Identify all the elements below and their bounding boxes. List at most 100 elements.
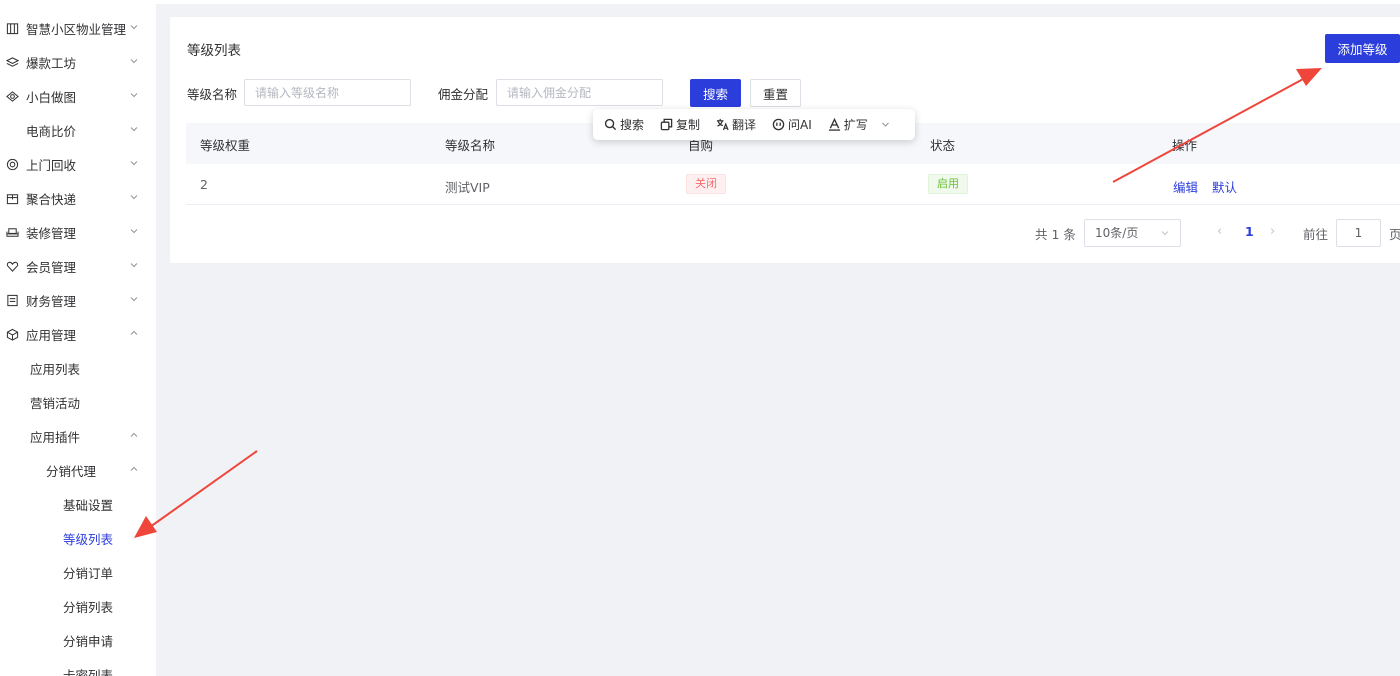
goto-page-input[interactable]: 1: [1336, 219, 1381, 247]
toolbar-label: 翻译: [732, 118, 757, 132]
menu-item-distribution-list[interactable]: 分销列表: [0, 589, 156, 623]
menu-item-marketing[interactable]: 营销活动: [0, 385, 156, 419]
menu-label: 聚合快递: [26, 191, 77, 207]
goto-label: 前往: [1303, 227, 1329, 242]
menu-item-recycle[interactable]: 上门回收: [0, 147, 156, 181]
menu-item-hot-workshop[interactable]: 爆款工坊: [0, 45, 156, 79]
cube-icon: [5, 327, 19, 341]
menu-label: 爆款工坊: [26, 55, 77, 71]
menu-label: 基础设置: [63, 497, 114, 513]
prev-page-icon[interactable]: ‹: [1217, 224, 1222, 239]
menu-item-app-list[interactable]: 应用列表: [0, 351, 156, 385]
chevron-down-icon: [130, 297, 138, 302]
toolbar-copy[interactable]: 复制: [660, 116, 700, 133]
menu-label: 会员管理: [26, 259, 77, 275]
menu-item-app-management[interactable]: 应用管理: [0, 317, 156, 351]
package-icon: [5, 191, 19, 205]
menu-item-image-maker[interactable]: 小白做图: [0, 79, 156, 113]
toolbar-search[interactable]: 搜索: [604, 116, 644, 133]
chevron-down-icon: [130, 195, 138, 200]
top-strip: [156, 0, 1400, 4]
menu-label: 分销申请: [63, 633, 114, 649]
chevron-down-icon: [1161, 231, 1169, 236]
chevron-down-icon: [130, 59, 138, 64]
menu-item-community[interactable]: 智慧小区物业管理: [0, 11, 156, 45]
current-page[interactable]: 1: [1245, 224, 1254, 239]
copy-icon: [660, 118, 673, 131]
selection-toolbar: 搜索 复制 翻译 问AI 扩写: [593, 109, 915, 140]
column-header: 状态: [930, 138, 956, 153]
page-title: 等级列表: [187, 43, 241, 59]
chevron-up-icon: [130, 432, 138, 437]
commission-input[interactable]: [496, 79, 663, 106]
edit-link[interactable]: 编辑: [1173, 177, 1198, 196]
heart-icon: [5, 259, 19, 273]
level-name-input[interactable]: [244, 79, 411, 106]
set-default-link[interactable]: 默认: [1212, 177, 1237, 196]
ai-icon: [772, 118, 785, 131]
level-list-card: 等级列表 添加等级 等级名称 佣金分配 搜索 重置 等级权重 等级名称 自购 状…: [170, 17, 1400, 263]
chevron-down-icon: [130, 229, 138, 234]
menu-label: 分销列表: [63, 599, 114, 615]
column-header: 操作: [1172, 138, 1198, 153]
building-icon: [5, 21, 19, 35]
menu-label: 财务管理: [26, 293, 77, 309]
menu-label: 分销代理: [46, 463, 97, 479]
translate-icon: [716, 118, 729, 131]
menu-label: 上门回收: [26, 157, 77, 173]
search-button[interactable]: 搜索: [690, 79, 741, 107]
chevron-up-icon: [130, 330, 138, 335]
self-purchase-tag: 关闭: [686, 174, 726, 194]
menu-item-distribution-agent[interactable]: 分销代理: [0, 453, 156, 487]
toolbar-label: 搜索: [620, 118, 645, 132]
commission-label: 佣金分配: [438, 87, 489, 102]
chevron-down-icon: [130, 93, 138, 98]
menu-label: 分销订单: [63, 565, 114, 581]
chevron-down-icon: [130, 25, 138, 30]
menu-label: 装修管理: [26, 225, 77, 241]
menu-label: 营销活动: [30, 395, 81, 411]
menu-item-members[interactable]: 会员管理: [0, 249, 156, 283]
toolbar-ask-ai[interactable]: 问AI: [772, 116, 812, 133]
menu-item-distribution-orders[interactable]: 分销订单: [0, 555, 156, 589]
menu-item-basic-settings[interactable]: 基础设置: [0, 487, 156, 521]
chevron-down-icon: [130, 127, 138, 132]
column-header: 等级权重: [200, 138, 251, 153]
toolbar-label: 扩写: [843, 118, 868, 132]
sidebar: 智慧小区物业管理 爆款工坊 小白做图 电商比价 上门回收 聚合快递 装修管理 会…: [0, 0, 156, 676]
status-badge: 启用: [928, 174, 968, 194]
menu-item-level-list[interactable]: 等级列表: [0, 521, 156, 555]
menu-item-app-plugins[interactable]: 应用插件: [0, 419, 156, 453]
level-name-cell: 测试VIP: [445, 180, 490, 195]
chevron-down-icon[interactable]: [880, 119, 891, 130]
page-suffix: 页: [1389, 227, 1400, 242]
menu-label: 应用列表: [30, 361, 81, 377]
toolbar-expand-write[interactable]: 扩写: [828, 116, 868, 133]
page-size-select[interactable]: 10条/页: [1084, 219, 1181, 247]
menu-item-express[interactable]: 聚合快递: [0, 181, 156, 215]
toolbar-translate[interactable]: 翻译: [716, 116, 756, 133]
chevron-down-icon: [130, 161, 138, 166]
next-page-icon[interactable]: ›: [1270, 224, 1275, 239]
expand-write-icon: [828, 118, 840, 131]
menu-item-finance[interactable]: 财务管理: [0, 283, 156, 317]
target-icon: [5, 157, 19, 171]
menu-item-distribution-applications[interactable]: 分销申请: [0, 623, 156, 657]
menu-label: 等级列表: [63, 531, 114, 547]
level-weight-cell: 2: [200, 177, 208, 192]
chevron-down-icon: [130, 263, 138, 268]
menu-label: 小白做图: [26, 89, 77, 105]
search-icon: [604, 118, 617, 131]
menu-item-card-keys[interactable]: 卡密列表: [0, 657, 156, 676]
menu-label: 应用管理: [26, 327, 77, 343]
menu-label: 卡密列表: [63, 667, 114, 676]
reset-button[interactable]: 重置: [750, 79, 801, 107]
column-header: 等级名称: [445, 138, 496, 153]
add-level-button[interactable]: 添加等级: [1325, 34, 1400, 63]
toolbar-label: 问AI: [788, 118, 812, 132]
menu-item-decoration[interactable]: 装修管理: [0, 215, 156, 249]
menu-item-price-compare[interactable]: 电商比价: [0, 113, 156, 147]
toolbar-label: 复制: [676, 118, 701, 132]
level-name-label: 等级名称: [187, 87, 238, 102]
eye-icon: [5, 89, 19, 103]
